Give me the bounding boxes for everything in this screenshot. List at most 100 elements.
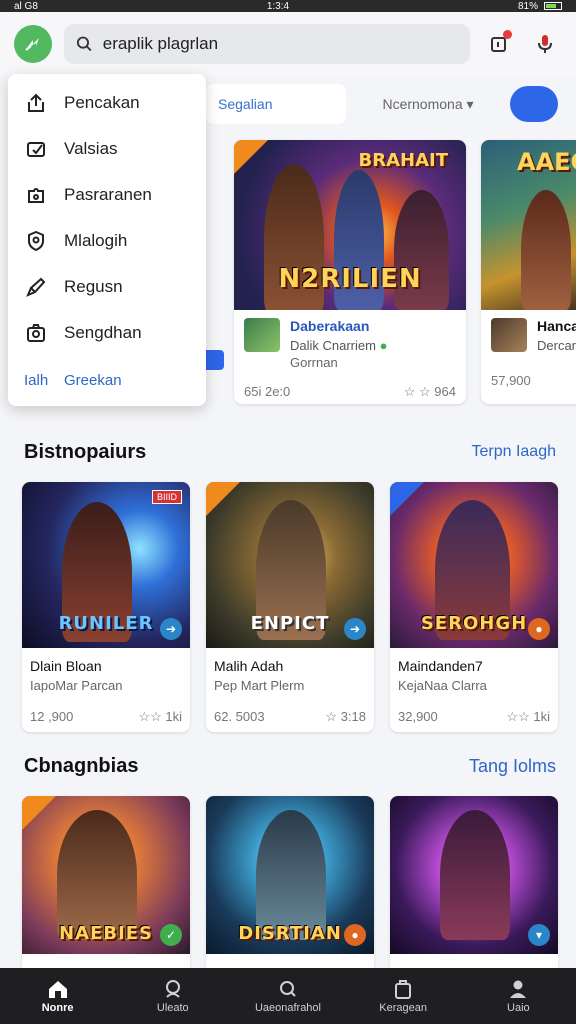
filter-toggle[interactable] (510, 86, 558, 122)
tag-icon (24, 137, 48, 161)
menu-item-label: Sengdhan (64, 323, 142, 342)
search-input[interactable] (102, 34, 458, 54)
section-see-all-link[interactable]: Terpn Iaagh (471, 443, 556, 461)
nav-library[interactable]: Keragean (353, 979, 453, 1014)
featured-meta: 65i 2e:0 ☆ ☆ 964 (244, 384, 456, 400)
game-developer: KejaNaa Clarra (398, 678, 487, 693)
play-icon[interactable]: ● (528, 618, 550, 640)
verified-icon: ● (379, 338, 388, 353)
voice-search-button[interactable] (528, 27, 562, 61)
hero-figure (256, 810, 326, 940)
featured-card[interactable]: AAEG Hanca Dercan 57,900 (481, 140, 576, 404)
search-bar[interactable] (64, 24, 470, 64)
play-icon[interactable]: ▾ (528, 924, 550, 946)
nav-games[interactable]: Uleato (123, 979, 223, 1014)
menu-item-label: Pasraranen (64, 185, 152, 204)
menu-item-valsias[interactable]: Valsias (8, 126, 206, 172)
play-icon[interactable]: ➔ (344, 618, 366, 640)
corner-ribbon (206, 482, 240, 516)
nav-label: Uleato (156, 1001, 189, 1014)
game-meta: 12 ,900 ☆☆ 1ki (22, 693, 190, 725)
app-logo[interactable] (14, 25, 52, 63)
game-title: Dlain Bloan (30, 658, 102, 674)
featured-subtitle: Dercan (537, 338, 576, 353)
play-icon[interactable]: ● (344, 924, 366, 946)
menu-item-regusn[interactable]: Regusn (8, 264, 206, 310)
hero-figure (57, 810, 137, 940)
menu-footer-right: Greekan (64, 371, 122, 389)
side-menu: Pencakan Valsias Pasraranen Mlalogih Reg… (8, 74, 206, 406)
shield-icon (24, 229, 48, 253)
game-art: ENPICT ➔ (206, 482, 374, 648)
featured-art: BRAHAIT N2RILIEN (234, 140, 466, 310)
nav-label: Uaio (507, 1001, 530, 1014)
hero-figure (440, 810, 510, 940)
game-card[interactable]: BIIID RUNILER ➔ Dlain Bloan IapoMar Parc… (22, 482, 190, 732)
featured-info: Hanca Dercan 57,900 (481, 310, 576, 396)
featured-price: 65i 2e:0 (244, 384, 291, 399)
filter-dropdown-label: Ncernomona (382, 95, 463, 112)
menu-item-pasraranen[interactable]: Pasraranen (8, 172, 206, 218)
developer-avatar (244, 318, 280, 352)
featured-price: 57,900 (491, 373, 531, 388)
menu-item-label: Valsias (64, 139, 118, 158)
corner-ribbon (390, 482, 424, 516)
game-rating: ☆ 3:18 (325, 709, 366, 724)
featured-title: Daberakaan (290, 318, 370, 334)
menu-scroll-indicator (206, 350, 224, 370)
game-art: SEROHGH ● (390, 482, 558, 648)
menu-item-mlalogih[interactable]: Mlalogih (8, 218, 206, 264)
section-title: Cbnagnbias (24, 754, 139, 777)
bottom-navigation: Nonre Uleato Uaeonafrahol Keragean Uaio (0, 968, 576, 1024)
top-bar (0, 12, 576, 76)
game-developer: IapoMar Parcan (30, 678, 123, 693)
pen-icon (24, 275, 48, 299)
nav-home[interactable]: Nonre (8, 979, 108, 1014)
notification-badge (503, 30, 512, 39)
menu-item-sengdhan[interactable]: Sengdhan (8, 310, 206, 356)
featured-art-top: BRAHAIT (358, 150, 448, 171)
bag-icon (395, 979, 412, 999)
battery-text: 81% (517, 0, 538, 12)
game-art: DISRTIAN ● (206, 796, 374, 954)
featured-info: Daberakaan Dalik Cnarriem ● Gorrnan 65i … (234, 310, 466, 404)
section-see-all-link[interactable]: Tang Iolms (469, 756, 556, 777)
featured-subtitle2: Gorrnan (290, 355, 338, 370)
menu-footer[interactable]: Ialh Greekan (8, 356, 206, 404)
menu-item-pencakan[interactable]: Pencakan (8, 80, 206, 126)
filter-dropdown[interactable]: Ncernomona ▾ (346, 96, 510, 113)
filter-row: Segalian Ncernomona ▾ (206, 82, 576, 126)
menu-footer-left: Ialh (24, 371, 49, 389)
nav-search[interactable]: Uaeonafrahol (238, 979, 338, 1014)
game-art: ▾ (390, 796, 558, 954)
nav-profile[interactable]: Uaio (468, 979, 568, 1014)
featured-title: Hanca (537, 318, 576, 334)
section-title: Bistnopaiurs (24, 440, 147, 463)
featured-art-top: AAEG (517, 148, 576, 176)
check-icon[interactable]: ✓ (160, 924, 182, 946)
battery-icon (543, 2, 562, 10)
game-card[interactable]: ENPICT ➔ Malih Adah Pep Mart Plerm 62. 5… (206, 482, 374, 732)
menu-item-label: Mlalogih (64, 231, 128, 250)
developer-avatar (491, 318, 527, 352)
share-icon (24, 91, 48, 115)
home-icon (48, 980, 67, 998)
play-icon[interactable]: ➔ (160, 618, 182, 640)
nav-label: Nonre (41, 1001, 74, 1014)
featured-meta: 57,900 (491, 373, 576, 388)
featured-subtitle: Dalik Cnarriem ● (290, 338, 456, 353)
section-bistnopaiurs: Bistnopaiurs Terpn Iaagh BIIID RUNILER ➔… (0, 434, 576, 732)
game-card[interactable]: SEROHGH ● Maindanden7 KejaNaa Clarra 32,… (390, 482, 558, 732)
section-header: Cbnagnbias Tang Iolms (0, 748, 576, 784)
user-icon (510, 980, 527, 998)
notifications-button[interactable] (482, 27, 516, 61)
game-art: NAEBIES ✓ (22, 796, 190, 954)
bolt-icon (25, 38, 39, 51)
game-price: 32,900 (398, 709, 438, 724)
nav-label: Uaeonafrahol (254, 1001, 321, 1014)
filter-tab-left[interactable]: Segalian (206, 84, 346, 124)
game-price: 62. 5003 (214, 709, 265, 724)
featured-card[interactable]: BRAHAIT N2RILIEN Daberakaan Dalik Cnarri… (234, 140, 466, 404)
game-title: Maindanden7 (398, 658, 483, 674)
search-icon (279, 980, 296, 997)
